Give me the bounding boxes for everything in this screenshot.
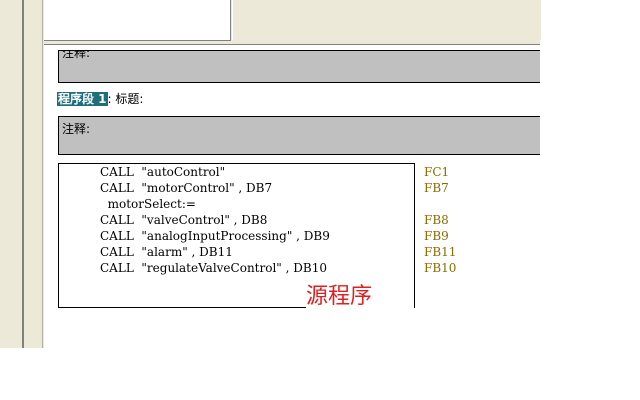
- network-comment-field[interactable]: 注释:: [58, 116, 540, 155]
- network-title[interactable]: 程序段 1: 标题:: [57, 91, 143, 107]
- code-line[interactable]: CALL "valveControl" , DB8: [100, 212, 267, 228]
- code-line[interactable]: CALL "analogInputProcessing" , DB9: [100, 228, 330, 244]
- window-edge: [22, 0, 24, 348]
- left-gutter: [22, 0, 43, 348]
- code-box-bottom-border: [58, 307, 306, 308]
- code-line[interactable]: CALL "alarm" , DB11: [100, 244, 233, 260]
- code-line[interactable]: CALL "motorControl" , DB7: [100, 180, 272, 196]
- block-reference: FB11: [424, 245, 457, 259]
- network-label: 程序段 1: [57, 92, 108, 106]
- block-reference: FB10: [424, 261, 457, 275]
- block-reference: FB9: [424, 229, 449, 243]
- block-comment-field[interactable]: 注释:: [58, 50, 540, 83]
- comment-label: 注释:: [62, 122, 91, 136]
- overview-pane[interactable]: [44, 0, 231, 41]
- block-reference: FC1: [424, 165, 450, 179]
- code-line[interactable]: CALL "autoControl": [100, 164, 225, 180]
- code-line[interactable]: CALL "regulateValveControl" , DB10: [100, 260, 327, 276]
- block-reference: FB8: [424, 213, 449, 227]
- block-reference: FB7: [424, 181, 449, 195]
- network-title-suffix: : 标题:: [107, 92, 144, 106]
- comment-label: 注释:: [62, 50, 91, 60]
- code-line[interactable]: motorSelect:=: [100, 196, 196, 212]
- overview-pane-right: [232, 0, 541, 40]
- source-program-annotation: 源程序: [306, 284, 373, 309]
